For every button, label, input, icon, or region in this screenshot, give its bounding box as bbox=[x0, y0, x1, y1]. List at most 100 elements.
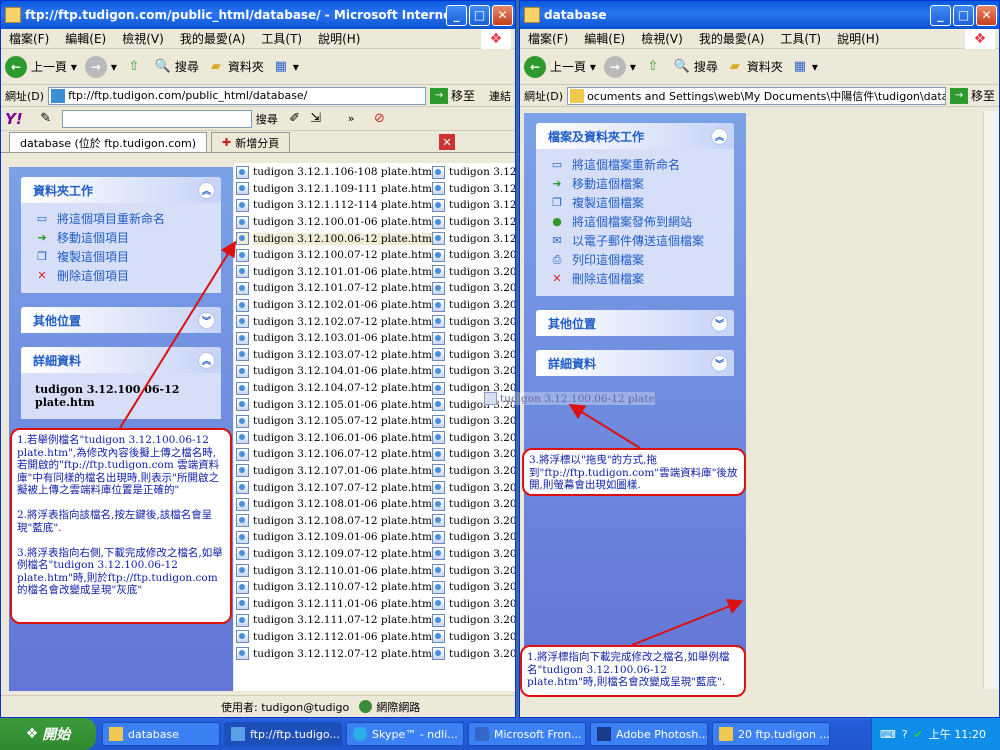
file-item[interactable]: tudigon 3.20.1 bbox=[432, 496, 515, 513]
file-item[interactable]: tudigon 3.20.0 bbox=[432, 247, 515, 264]
task-publish[interactable]: ● 將這個檔案發佈到網站 bbox=[550, 212, 724, 231]
file-item[interactable]: tudigon 3.12.1 bbox=[432, 164, 515, 181]
file-item[interactable]: tudigon 3.12.106.07-12 plate.htm bbox=[236, 446, 432, 463]
expand-chevron-icon[interactable]: ︾ bbox=[711, 355, 728, 372]
menu-help[interactable]: 說明(H) bbox=[318, 30, 360, 47]
file-item[interactable]: tudigon 3.12.112.07-12 plate.htm bbox=[236, 645, 432, 662]
file-item[interactable]: tudigon 3.12.101.01-06 plate.htm bbox=[236, 264, 432, 281]
taskbar-item-database[interactable]: database bbox=[102, 722, 220, 746]
file-item[interactable]: tudigon 3.20.0 bbox=[432, 297, 515, 314]
file-item[interactable]: tudigon 3.12.103.01-06 plate.htm bbox=[236, 330, 432, 347]
start-button[interactable]: ❖ 開始 bbox=[0, 718, 96, 750]
views-button[interactable]: ▦ ▾ bbox=[272, 58, 299, 76]
yahoo-logo-icon[interactable]: Y! bbox=[5, 110, 23, 128]
file-item[interactable]: tudigon 3.12.1.112-114 plate.htm bbox=[236, 197, 432, 214]
file-item[interactable]: tudigon 3.12.101.07-12 plate.htm bbox=[236, 280, 432, 297]
search-button[interactable]: 🔍 搜尋 bbox=[154, 58, 199, 76]
task-delete[interactable]: ✕ 刪除這個檔案 bbox=[550, 269, 724, 288]
close-button[interactable]: ✕ bbox=[492, 4, 513, 26]
up-folder-button[interactable]: ⇧ bbox=[125, 58, 146, 76]
file-item[interactable]: tudigon 3.12.106.01-06 plate.htm bbox=[236, 430, 432, 447]
file-item[interactable]: tudigon 3.12.110.01-06 plate.htm bbox=[236, 562, 432, 579]
file-item[interactable]: tudigon 3.12.100.06-12 plate.htm bbox=[236, 230, 432, 247]
up-folder-button[interactable]: ⇧ bbox=[644, 58, 665, 76]
file-item[interactable]: tudigon 3.12.112.01-06 plate.htm bbox=[236, 629, 432, 646]
toolbar-more-icon[interactable]: » bbox=[348, 112, 355, 125]
pdf-icon[interactable]: ⊘ bbox=[370, 110, 388, 128]
keyboard-icon[interactable]: ⌨ bbox=[880, 728, 896, 741]
task-rename[interactable]: ▭ 將這個檔案重新命名 bbox=[550, 155, 724, 174]
file-item[interactable]: tudigon 3.12.9 bbox=[432, 230, 515, 247]
highlight-icon[interactable]: ✐ bbox=[286, 110, 304, 128]
security-icon[interactable]: ✔ bbox=[914, 728, 923, 741]
file-item[interactable]: tudigon 3.12.108.01-06 plate.htm bbox=[236, 496, 432, 513]
yahoo-search-button[interactable]: 搜尋 bbox=[256, 111, 278, 127]
file-item[interactable]: tudigon 3.20.0 bbox=[432, 330, 515, 347]
minimize-button[interactable]: _ bbox=[446, 4, 467, 26]
file-item[interactable]: tudigon 3.20.1 bbox=[432, 430, 515, 447]
other-places-header[interactable]: 其他位置 ︾ bbox=[21, 307, 221, 333]
file-item[interactable]: tudigon 3.12.102.07-12 plate.htm bbox=[236, 313, 432, 330]
file-item[interactable]: tudigon 3.12.107.01-06 plate.htm bbox=[236, 463, 432, 480]
menu-view[interactable]: 檢視(V) bbox=[641, 30, 683, 47]
taskbar-item-ftp-tudigon[interactable]: 20 ftp.tudigon ... bbox=[712, 722, 830, 746]
menu-file[interactable]: 檔案(F) bbox=[528, 30, 568, 47]
address-input[interactable]: ftp://ftp.tudigon.com/public_html/databa… bbox=[48, 86, 426, 105]
file-item[interactable]: tudigon 3.12.105.07-12 plate.htm bbox=[236, 413, 432, 430]
file-item[interactable]: tudigon 3.20.1 bbox=[432, 479, 515, 496]
file-item[interactable]: tudigon 3.20.1 bbox=[432, 562, 515, 579]
menu-file[interactable]: 檔案(F) bbox=[9, 30, 49, 47]
bookmark-icon[interactable]: ⇲ bbox=[307, 110, 325, 128]
task-print[interactable]: ⎙ 列印這個檔案 bbox=[550, 250, 724, 269]
links-label[interactable]: 連結 bbox=[489, 88, 511, 104]
vertical-scrollbar[interactable] bbox=[983, 111, 999, 689]
go-button[interactable]: → 移至 bbox=[429, 87, 475, 104]
menu-tools[interactable]: 工具(T) bbox=[780, 30, 821, 47]
forward-button[interactable]: → ▾ bbox=[84, 55, 117, 78]
file-item[interactable]: tudigon 3.12.100.07-12 plate.htm bbox=[236, 247, 432, 264]
maximize-button[interactable]: □ bbox=[953, 4, 974, 26]
file-tasks-header[interactable]: 檔案及資料夾工作 ︽ bbox=[536, 123, 734, 149]
file-item[interactable]: tudigon 3.20.1 bbox=[432, 413, 515, 430]
collapse-chevron-icon[interactable]: ︽ bbox=[198, 352, 215, 369]
other-places-header[interactable]: 其他位置 ︾ bbox=[536, 310, 734, 336]
file-item[interactable]: tudigon 3.20.1 bbox=[432, 512, 515, 529]
file-item[interactable]: tudigon 3.20.1 bbox=[432, 579, 515, 596]
file-item[interactable]: tudigon 3.12.104.07-12 plate.htm bbox=[236, 380, 432, 397]
collapse-chevron-icon[interactable]: ︽ bbox=[198, 182, 215, 199]
file-item[interactable]: tudigon 3.12.104.01-06 plate.htm bbox=[236, 363, 432, 380]
file-item[interactable]: tudigon 3.20.1 bbox=[432, 629, 515, 646]
folders-button[interactable]: ▰ 資料夾 bbox=[726, 58, 783, 76]
file-item[interactable]: tudigon 3.20.1 bbox=[432, 546, 515, 563]
pencil-icon[interactable]: ✎ bbox=[37, 110, 55, 128]
details-header[interactable]: 詳細資料 ︽ bbox=[21, 347, 221, 373]
taskbar-item-frontpage[interactable]: Microsoft Fron... bbox=[468, 722, 586, 746]
menu-favorites[interactable]: 我的最愛(A) bbox=[180, 30, 246, 47]
task-copy[interactable]: ❐ 複製這個項目 bbox=[35, 247, 211, 266]
file-item[interactable]: tudigon 3.20.0 bbox=[432, 363, 515, 380]
close-button[interactable]: ✕ bbox=[976, 4, 997, 26]
help-icon[interactable]: ? bbox=[902, 728, 908, 741]
expand-chevron-icon[interactable]: ︾ bbox=[711, 315, 728, 332]
file-item[interactable]: tudigon 3.12.107.07-12 plate.htm bbox=[236, 479, 432, 496]
file-item[interactable]: tudigon 3.20.1 bbox=[432, 612, 515, 629]
file-item[interactable]: tudigon 3.20.1 bbox=[432, 529, 515, 546]
file-item[interactable]: tudigon 3.12.1.109-111 plate.htm bbox=[236, 181, 432, 198]
file-item[interactable]: tudigon 3.12.1 bbox=[432, 214, 515, 231]
file-item[interactable]: tudigon 3.12.110.07-12 plate.htm bbox=[236, 579, 432, 596]
go-button[interactable]: → 移至 bbox=[949, 87, 995, 104]
task-delete[interactable]: ✕ 刪除這個項目 bbox=[35, 266, 211, 285]
taskbar-item-photoshop[interactable]: Adobe Photosh... bbox=[590, 722, 708, 746]
explorer-titlebar[interactable]: database _ □ ✕ bbox=[520, 1, 999, 29]
close-tab-icon[interactable]: ✕ bbox=[439, 134, 455, 150]
menu-view[interactable]: 檢視(V) bbox=[122, 30, 164, 47]
back-button[interactable]: ← 上一頁 ▾ bbox=[5, 55, 77, 78]
menu-edit[interactable]: 編輯(E) bbox=[584, 30, 625, 47]
file-item[interactable]: tudigon 3.12.1 bbox=[432, 197, 515, 214]
task-move[interactable]: ➜ 移動這個項目 bbox=[35, 228, 211, 247]
minimize-button[interactable]: _ bbox=[930, 4, 951, 26]
file-item[interactable]: tudigon 3.12.103.07-12 plate.htm bbox=[236, 347, 432, 364]
tab-database[interactable]: database (位於 ftp.tudigon.com) bbox=[9, 132, 208, 152]
file-item[interactable]: tudigon 3.20.1 bbox=[432, 463, 515, 480]
file-item[interactable]: tudigon 3.20.1 bbox=[432, 645, 515, 662]
